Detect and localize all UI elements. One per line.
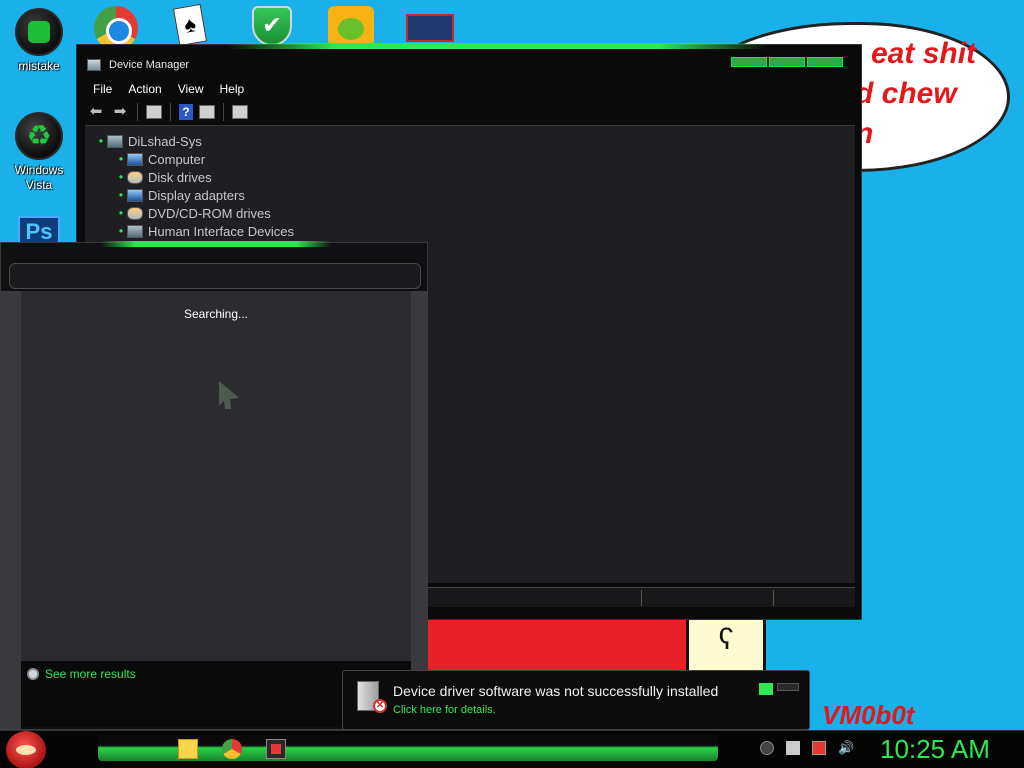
window-title: Device Manager	[109, 59, 190, 71]
notification-details-link[interactable]: Click here for details.	[393, 704, 496, 716]
expand-dot-icon[interactable]: •	[115, 188, 127, 202]
search-results-area: Searching...	[21, 291, 411, 661]
close-notification-button[interactable]	[777, 683, 799, 691]
see-more-results-link[interactable]: See more results	[27, 667, 136, 681]
start-search-panel[interactable]: Searching... See more results	[0, 241, 428, 731]
security-shield-icon[interactable]: ✔	[252, 6, 300, 46]
desktop-icon-windows-vista[interactable]: ♻ Windows Vista	[4, 112, 74, 193]
panel-glow	[101, 241, 331, 247]
monitor-icon	[127, 152, 143, 166]
panel-left-edge	[1, 291, 21, 731]
show-hide-console-icon[interactable]	[146, 105, 162, 119]
bubble-line-2: d chew	[855, 77, 957, 110]
computer-icon	[87, 59, 101, 71]
panel-right-edge	[411, 291, 427, 731]
device-tree: • DiLshad-Sys • Computer • Disk drives •…	[95, 132, 294, 240]
menu-file[interactable]: File	[85, 81, 120, 97]
tree-item-label: DVD/CD-ROM drives	[148, 205, 271, 221]
chrome-icon[interactable]	[94, 6, 142, 50]
start-button-angry-bird-icon[interactable]	[6, 731, 46, 768]
tree-root-label: DiLshad-Sys	[128, 133, 202, 149]
computer-icon	[107, 134, 123, 148]
tree-item-computer[interactable]: • Computer	[95, 150, 294, 168]
recycle-icon: ♻	[15, 112, 63, 160]
dvd-drive-icon	[127, 206, 143, 220]
notification-message: Device driver software was not successfu…	[393, 683, 719, 699]
tree-item-hid[interactable]: • Human Interface Devices	[95, 222, 294, 240]
expand-dot-icon[interactable]: •	[115, 152, 127, 166]
display-adapter-icon	[127, 188, 143, 202]
close-button[interactable]	[807, 57, 843, 67]
tree-item-label: Display adapters	[148, 187, 245, 203]
device-manager-taskbar-icon[interactable]	[266, 739, 286, 759]
maximize-button[interactable]	[769, 57, 805, 67]
tree-item-label: Computer	[148, 151, 206, 167]
magnifier-icon	[27, 668, 39, 680]
tree-item-label: Disk drives	[148, 169, 212, 185]
pin-icon[interactable]	[759, 683, 773, 695]
keyboard-icon	[127, 224, 143, 238]
searching-status: Searching...	[183, 307, 249, 321]
see-more-label: See more results	[45, 667, 136, 681]
tree-item-label: Human Interface Devices	[148, 223, 294, 239]
window-controls	[731, 57, 843, 67]
desktop-icon-label: mistake	[18, 59, 60, 73]
error-icon: ✕	[373, 699, 387, 713]
tray-network-icon[interactable]	[786, 741, 800, 755]
minimize-button[interactable]	[731, 57, 767, 67]
vm-logo-icon[interactable]	[406, 14, 454, 42]
back-arrow-icon[interactable]: ⬅	[87, 104, 105, 120]
toolbar-separator	[170, 103, 171, 121]
clock[interactable]: 10:25 AM	[880, 734, 990, 765]
toolbar-separator	[137, 103, 138, 121]
volume-icon[interactable]: 🔊	[838, 741, 854, 755]
disk-icon	[127, 170, 143, 184]
help-icon[interactable]: ?	[179, 104, 193, 120]
system-tray: 🔊	[760, 741, 854, 755]
explorer-folder-icon[interactable]	[178, 739, 198, 759]
title-bar[interactable]: Device Manager	[87, 57, 189, 73]
expand-dot-icon[interactable]: •	[115, 206, 127, 220]
properties-icon[interactable]	[199, 105, 215, 119]
scan-hardware-icon[interactable]	[232, 105, 248, 119]
bubble-line-1: eat shit	[871, 37, 977, 70]
search-input[interactable]	[9, 263, 421, 289]
tree-item-dvd-cdrom[interactable]: • DVD/CD-ROM drives	[95, 204, 294, 222]
tree-item-display-adapters[interactable]: • Display adapters	[95, 186, 294, 204]
toolbar-separator	[223, 103, 224, 121]
tray-alert-icon[interactable]	[812, 741, 826, 755]
status-separator	[773, 590, 774, 606]
expand-dot-icon[interactable]: •	[95, 134, 107, 148]
taskbar: 🔊 10:25 AM	[0, 730, 1024, 768]
chrome-taskbar-icon[interactable]	[222, 739, 242, 759]
menu-action[interactable]: Action	[120, 81, 169, 97]
expand-dot-icon[interactable]: •	[115, 224, 127, 238]
tray-arrow-icon[interactable]	[760, 741, 774, 755]
desktop-icon-mistake[interactable]: mistake	[4, 8, 74, 74]
title-glow	[227, 43, 767, 49]
menu-help[interactable]: Help	[212, 81, 253, 97]
tree-item-disk-drives[interactable]: • Disk drives	[95, 168, 294, 186]
driver-notification-balloon[interactable]: ✕ Device driver software was not success…	[342, 670, 810, 730]
busy-cursor-icon	[219, 381, 239, 409]
tree-root[interactable]: • DiLshad-Sys	[95, 132, 294, 150]
desktop-icon-label: Windows Vista	[14, 163, 64, 192]
status-separator	[641, 590, 642, 606]
wallpaper-yellow-block: ʕ	[686, 618, 766, 670]
forward-arrow-icon[interactable]: ➡	[111, 104, 129, 120]
solitaire-icon[interactable]: ♠	[172, 3, 224, 47]
menu-view[interactable]: View	[170, 81, 212, 97]
watermark-text: VM0b0t	[822, 700, 915, 730]
menu-bar: File Action View Help	[85, 81, 252, 97]
app-icon	[15, 8, 63, 56]
wallpaper-red-block	[428, 618, 686, 670]
toolbar: ⬅ ➡ ?	[87, 103, 248, 121]
expand-dot-icon[interactable]: •	[115, 170, 127, 184]
bad-piggies-icon[interactable]	[328, 6, 374, 46]
